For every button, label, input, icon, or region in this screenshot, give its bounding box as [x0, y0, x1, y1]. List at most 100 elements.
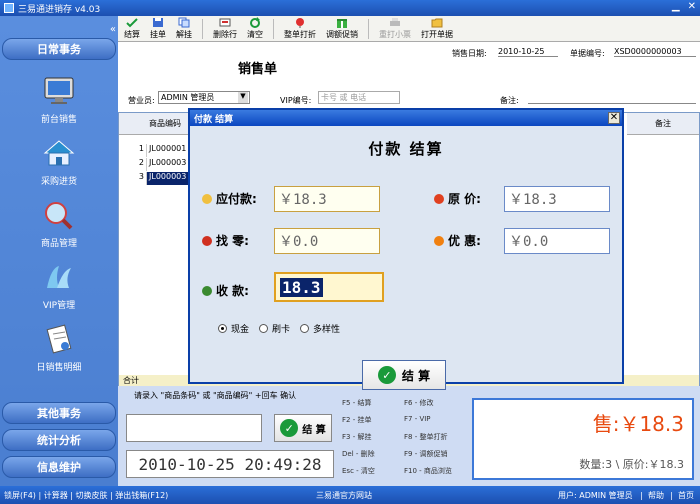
bottom-settle-button[interactable]: ✓ 结 算: [274, 414, 332, 442]
open-document-button[interactable]: 打开单据: [421, 17, 453, 40]
document-icon: [46, 324, 72, 354]
sale-date-label: 销售日期:: [452, 49, 487, 58]
sidebar-item-vip[interactable]: VIP管理: [0, 262, 118, 318]
toolbar-label: 结算: [124, 30, 140, 39]
shortcut-item: F7 - VIP: [404, 415, 431, 423]
sidebar-item-label: 商品管理: [40, 239, 77, 249]
datetime-display: 2010-10-25 20:49:28: [126, 450, 334, 478]
dialog-titlebar: 付款 结算 ✕: [190, 110, 622, 126]
row-number: 2: [119, 158, 147, 171]
melon-icon: [202, 285, 212, 296]
help-link[interactable]: 帮助: [648, 490, 664, 501]
sale-total-display: 售:￥18.3: [592, 412, 684, 436]
app-icon: [4, 3, 14, 13]
promotion-button[interactable]: 调额促销: [326, 17, 358, 40]
payment-method-cash[interactable]: 现金: [218, 322, 249, 335]
shortcut-item: F5 - 结算: [342, 399, 372, 407]
switch-skin-link[interactable]: 切换皮肤: [76, 490, 108, 501]
calculator-link[interactable]: 计算器: [44, 490, 68, 501]
official-site-link[interactable]: 三易通官方网站: [316, 490, 372, 501]
order-discount-button[interactable]: 整单打折: [284, 17, 316, 40]
delete-row-button[interactable]: 删除行: [213, 17, 237, 40]
shortcut-item: F6 - 修改: [404, 399, 434, 407]
hold-order-button[interactable]: 挂单: [150, 17, 166, 40]
table-row[interactable]: 3 JL000003: [119, 172, 199, 185]
dialog-settle-label: 结 算: [401, 368, 431, 383]
dialog-title: 付款 结算: [194, 114, 234, 125]
table-row[interactable]: 1 JL000001: [119, 144, 199, 157]
window-titlebar: 三易通进销存 v4.03 ▁ ✕: [0, 0, 700, 16]
minimize-icon[interactable]: ▁: [672, 1, 680, 12]
sidebar-item-purchasing[interactable]: 采购进货: [0, 138, 118, 194]
close-icon[interactable]: ✕: [608, 112, 620, 124]
discount-label: 优 惠:: [434, 232, 481, 249]
shortcut-list: F5 - 结算 F6 - 修改 F2 - 挂单 F7 - VIP F3 - 解挂…: [338, 394, 466, 480]
sales-form: 销售单 销售日期: 2010-10-25 单据编号: XSD0000000003…: [118, 42, 700, 112]
radio-icon: [259, 324, 269, 333]
toolbar-label: 删除行: [213, 30, 237, 39]
orange-icon: [434, 235, 444, 246]
original-price-label-text: 原 价:: [448, 192, 481, 206]
salesperson-select[interactable]: ADMIN 管理员 ▼: [158, 91, 250, 104]
close-window-icon[interactable]: ✕: [688, 1, 696, 12]
collapse-sidebar-icon[interactable]: «: [110, 24, 116, 35]
sidebar-category-stats[interactable]: 统计分析: [2, 429, 116, 451]
copy-icon: [178, 17, 190, 28]
change-field: ￥0.0: [274, 228, 380, 254]
check-icon: [126, 18, 138, 28]
dialog-settle-button[interactable]: ✓ 结 算: [362, 360, 446, 390]
clear-button[interactable]: 清空: [247, 17, 263, 40]
refresh-icon: [250, 17, 260, 28]
payable-field: ￥18.3: [274, 186, 380, 212]
received-input[interactable]: 18.3: [274, 272, 384, 302]
sidebar-category-info[interactable]: 信息维护: [2, 456, 116, 478]
gift-icon: [337, 19, 347, 28]
received-value: 18.3: [280, 277, 323, 297]
sidebar-item-products[interactable]: 商品管理: [0, 200, 118, 256]
toolbar-separator: [368, 18, 369, 39]
radio-selected-icon: [218, 324, 227, 333]
change-label: 找 零:: [202, 232, 249, 249]
sidebar-item-label: 采购进货: [40, 177, 77, 187]
payment-method-mixed[interactable]: 多样性: [300, 322, 340, 335]
grid-header-note: 备注: [627, 113, 699, 135]
sidebar-item-front-sales[interactable]: 前台销售: [0, 76, 118, 132]
barcode-input[interactable]: [126, 414, 262, 442]
reprint-receipt-button[interactable]: 重打小票: [379, 17, 411, 40]
sale-date-value: 2010-10-25: [498, 47, 558, 57]
received-label-text: 收 款:: [216, 284, 249, 298]
shortcut-item: Del - 删除: [342, 450, 375, 458]
payment-method-card[interactable]: 刷卡: [259, 322, 290, 335]
sidebar-item-daily-sales[interactable]: 日销售明细: [0, 324, 118, 380]
toolbar-label: 解挂: [176, 30, 192, 39]
chevron-down-icon[interactable]: ▼: [238, 92, 248, 103]
row-number: 3: [119, 172, 147, 185]
vip-input[interactable]: 卡号 或 电话: [318, 91, 400, 104]
magnifier-icon: [45, 202, 73, 230]
vip-label: VIP编号:: [280, 96, 312, 105]
apple-icon: [202, 235, 212, 246]
sidebar-item-label: 前台销售: [40, 115, 77, 125]
sidebar-item-label: VIP管理: [42, 301, 76, 311]
check-circle-icon: ✓: [280, 419, 299, 437]
shortcut-item: Esc - 清空: [342, 467, 375, 475]
sidebar-category-other[interactable]: 其他事务: [2, 402, 116, 424]
folder-icon: [431, 18, 443, 28]
sidebar-category-daily[interactable]: 日常事务: [2, 38, 116, 60]
toolbar-label: 调额促销: [326, 30, 358, 39]
home-link[interactable]: 首页: [678, 490, 694, 501]
toolbar-label: 整单打折: [284, 30, 316, 39]
toolbar-label: 挂单: [150, 30, 166, 39]
open-cash-drawer-link[interactable]: 弹出钱箱(F12): [115, 490, 168, 501]
original-price-label: 原 价:: [434, 190, 481, 207]
current-user: 用户: ADMIN 管理员: [558, 490, 633, 500]
table-row[interactable]: 2 JL000003: [119, 158, 199, 171]
monitor-icon: [44, 77, 74, 104]
release-order-button[interactable]: 解挂: [176, 17, 192, 40]
note-input[interactable]: [528, 103, 696, 104]
toolbar: 结算 挂单 解挂 删除行 清空 整单打折 调额促销 重打小票 打开单据: [118, 16, 700, 42]
sidebar-item-label: 日销售明细: [36, 363, 82, 373]
settle-toolbar-button[interactable]: 结算: [124, 17, 140, 40]
lock-screen-link[interactable]: 锁屏(F4): [4, 490, 36, 501]
scan-hint: 请录入 "商品条码" 或 "商品编码" +回车 确认: [134, 391, 297, 400]
